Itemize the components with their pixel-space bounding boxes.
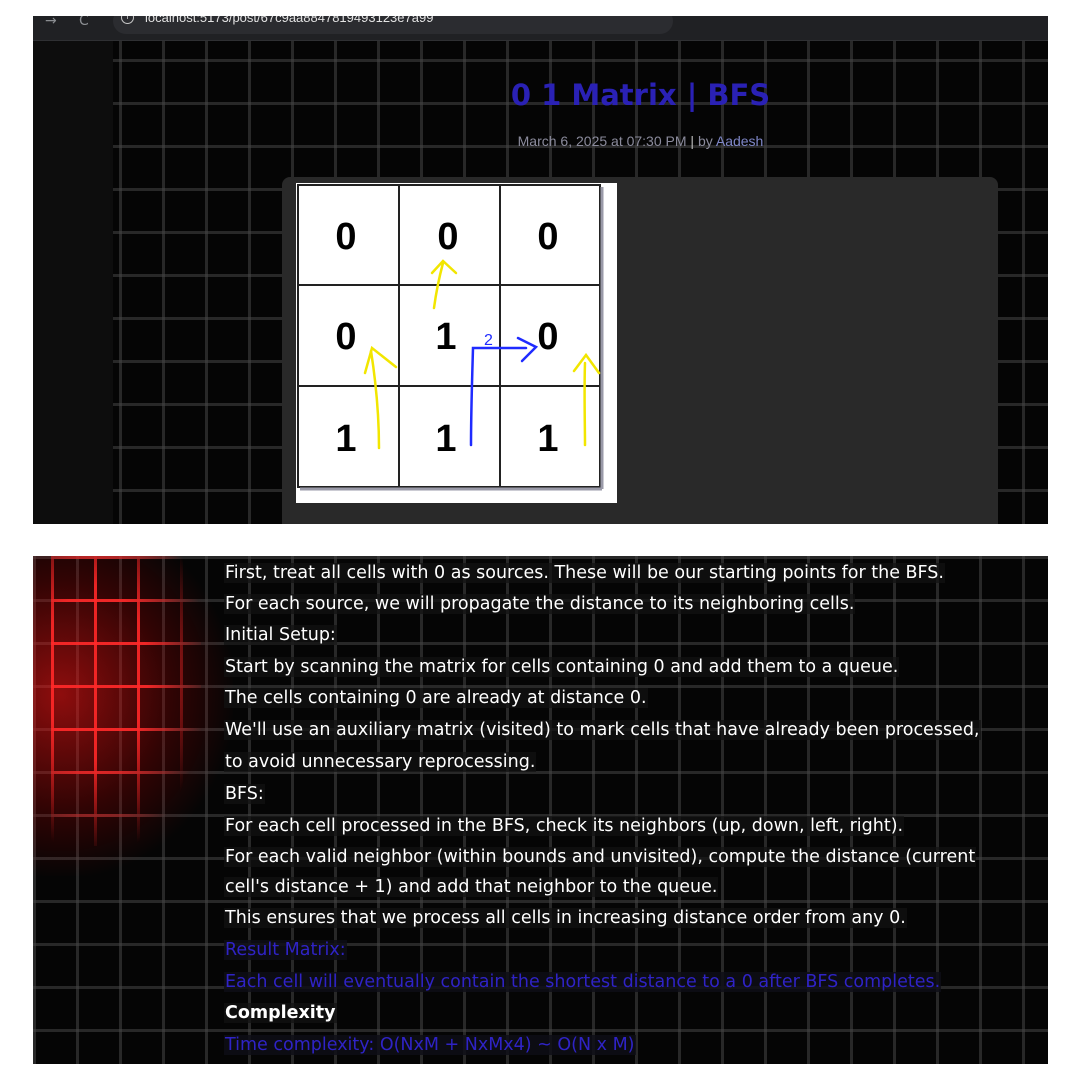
- left-margin-strip: [33, 40, 113, 524]
- body-line: We'll use an auxiliary matrix (visited) …: [224, 720, 981, 740]
- post-meta: March 6, 2025 at 07:30 PM | by Aadesh: [33, 133, 1048, 149]
- body-line: Start by scanning the matrix for cells c…: [224, 657, 900, 677]
- result-matrix-link[interactable]: Result Matrix:: [224, 940, 347, 960]
- matrix-diagram-image: 0 0 0 0 1 0 1 1 1 2: [296, 183, 617, 503]
- body-line: For each source, we will propagate the d…: [224, 594, 856, 614]
- matrix-cell: 0: [437, 216, 458, 258]
- body-line: to avoid unnecessary reprocessing.: [224, 752, 537, 772]
- reload-icon[interactable]: C: [79, 16, 89, 29]
- matrix-cell: 1: [335, 418, 356, 460]
- section-heading: BFS:: [224, 784, 265, 804]
- post-author: Aadesh: [715, 133, 764, 149]
- by-label: by: [697, 133, 713, 149]
- matrix-cell: 0: [537, 316, 558, 358]
- post-body-panel: First, treat all cells with 0 as sources…: [33, 556, 1048, 1064]
- post-title: 0 1 Matrix | BFS: [510, 78, 771, 112]
- post-date: March 6, 2025 at 07:30 PM: [517, 133, 687, 149]
- complexity-heading: Complexity: [224, 1003, 337, 1023]
- post-header-panel: → C i localhost:5173/post/67c9aa88478194…: [33, 16, 1048, 524]
- time-complexity-link[interactable]: Time complexity: O(NxM + NxMx4) ~ O(N x …: [224, 1035, 636, 1055]
- matrix-cell: 0: [335, 316, 356, 358]
- url-text[interactable]: localhost:5173/post/67c9aa8847819493123e…: [145, 16, 433, 25]
- arrow-label: 2: [484, 332, 493, 349]
- matrix-cell: 1: [435, 418, 456, 460]
- matrix-cell: 0: [537, 216, 558, 258]
- body-line: For each valid neighbor (within bounds a…: [224, 847, 977, 867]
- body-line: First, treat all cells with 0 as sources…: [224, 563, 945, 583]
- body-line: This ensures that we process all cells i…: [224, 908, 907, 928]
- forward-icon[interactable]: →: [45, 16, 57, 29]
- matrix-cell: 0: [335, 216, 356, 258]
- matrix-cell: 1: [435, 316, 456, 358]
- body-line: The cells containing 0 are already at di…: [224, 688, 648, 708]
- browser-address-bar: → C i localhost:5173/post/67c9aa88478194…: [33, 16, 1048, 41]
- matrix-cell: 1: [537, 418, 558, 460]
- meta-separator: |: [690, 133, 695, 149]
- result-description-link[interactable]: Each cell will eventually contain the sh…: [224, 972, 942, 992]
- body-line: cell's distance + 1) and add that neighb…: [224, 877, 719, 897]
- red-grid-decoration: [51, 556, 201, 846]
- section-heading: Initial Setup:: [224, 625, 337, 645]
- body-line: For each cell processed in the BFS, chec…: [224, 816, 905, 836]
